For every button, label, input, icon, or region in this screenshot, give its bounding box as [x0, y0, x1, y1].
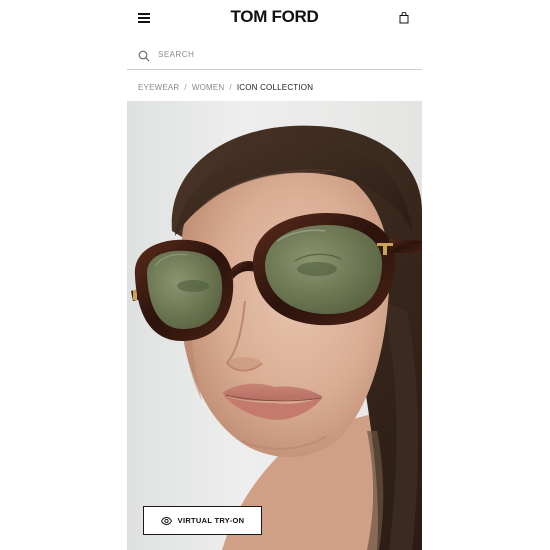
model-portrait-illustration	[127, 101, 422, 550]
breadcrumb-icon-collection: ICON COLLECTION	[236, 83, 314, 92]
search-input[interactable]	[158, 46, 398, 62]
mobile-viewport: TOM FORD EYEWEAR / WOMEN / ICON COLLECTION	[127, 0, 422, 550]
product-hero-image[interactable]: VIRTUAL TRY-ON	[127, 101, 422, 550]
breadcrumb-eyewear[interactable]: EYEWEAR	[138, 83, 179, 92]
breadcrumb: EYEWEAR / WOMEN / ICON COLLECTION	[138, 82, 313, 94]
shopping-bag-icon[interactable]	[399, 11, 409, 24]
brand-logo[interactable]: TOM FORD	[127, 7, 422, 27]
breadcrumb-separator: /	[184, 83, 187, 92]
search-bar	[127, 38, 422, 70]
breadcrumb-separator: /	[229, 83, 232, 92]
search-icon[interactable]	[138, 49, 150, 62]
page: TOM FORD EYEWEAR / WOMEN / ICON COLLECTION	[0, 0, 550, 550]
breadcrumb-women[interactable]: WOMEN	[192, 83, 225, 92]
virtual-try-on-button[interactable]: VIRTUAL TRY-ON	[143, 506, 262, 535]
eye-icon	[160, 516, 172, 525]
site-header: TOM FORD	[127, 0, 422, 36]
virtual-try-on-label: VIRTUAL TRY-ON	[177, 516, 245, 525]
